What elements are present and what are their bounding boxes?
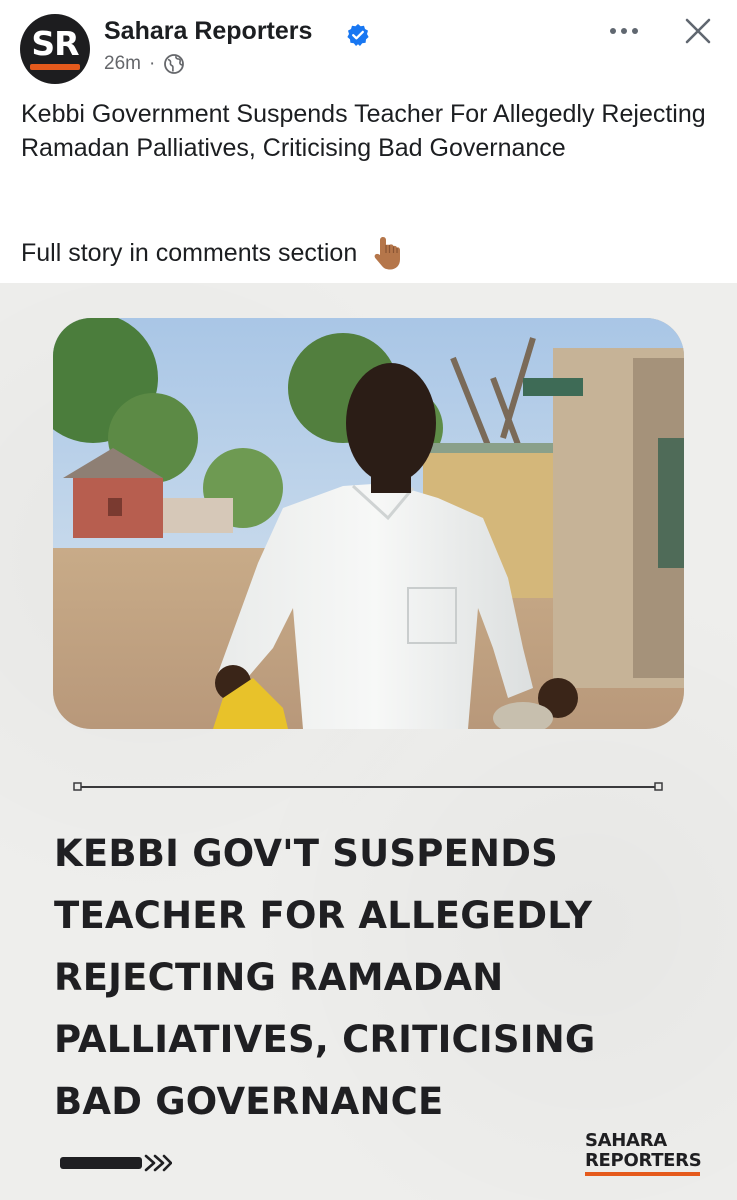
avatar-stripe — [30, 64, 80, 70]
verified-badge-icon — [347, 24, 369, 46]
post-cta-line: Full story in comments section — [21, 235, 403, 271]
avatar-logo-text: SR — [31, 24, 79, 63]
teacher-photo — [53, 318, 684, 729]
page-name-link[interactable]: Sahara Reporters — [104, 17, 312, 46]
cta-text: Full story in comments section — [21, 239, 358, 267]
globe-icon — [164, 54, 185, 74]
brand-line2: REPORTERS — [585, 1150, 702, 1171]
headline-line: BAD GOVERNANCE — [54, 1080, 444, 1123]
more-options-icon — [610, 28, 638, 34]
brand-logo: SAHARA REPORTERS — [585, 1131, 710, 1179]
card-headline: KEBBI GOV'T SUSPENDS TEACHER FOR ALLEGED… — [54, 823, 694, 1133]
news-card-image[interactable]: KEBBI GOV'T SUSPENDS TEACHER FOR ALLEGED… — [0, 283, 737, 1200]
close-icon[interactable] — [680, 13, 716, 49]
headline-line: REJECTING RAMADAN — [54, 956, 504, 999]
headline-line: KEBBI GOV'T SUSPENDS — [54, 832, 558, 875]
brand-underline — [585, 1172, 700, 1176]
headline-line: TEACHER FOR ALLEGEDLY — [54, 894, 593, 937]
brand-line1: SAHARA — [585, 1130, 667, 1151]
post-caption: Kebbi Government Suspends Teacher For Al… — [21, 100, 706, 162]
meta-separator: · — [148, 53, 156, 74]
divider-line — [73, 782, 663, 791]
headline-line: PALLIATIVES, CRITICISING — [54, 1018, 596, 1061]
post-time[interactable]: 26m — [104, 53, 141, 75]
page-avatar[interactable]: SR — [20, 14, 90, 84]
post-header: SR Sahara Reporters 26m · — [0, 0, 737, 92]
post-meta: 26m · — [104, 53, 185, 75]
more-options-button[interactable] — [606, 16, 642, 46]
arrow-bar-icon — [60, 1154, 172, 1172]
pointing-down-emoji-icon — [374, 237, 401, 270]
